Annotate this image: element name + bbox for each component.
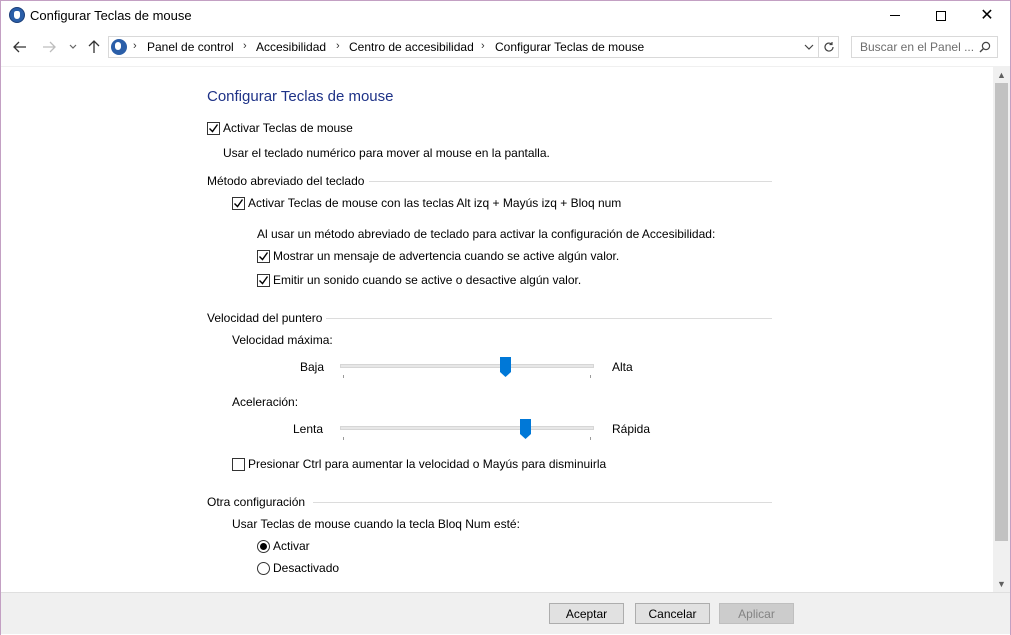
back-button[interactable] [11,38,29,56]
slider-thumb[interactable] [500,357,511,377]
close-icon: ✕ [980,6,994,24]
numlock-on-radio[interactable] [257,540,270,553]
group-divider [326,318,772,319]
search-placeholder: Buscar en el Panel ... [860,40,975,54]
scroll-down-button[interactable]: ▼ [993,576,1010,592]
breadcrumb-separator-icon: › [133,40,137,52]
breadcrumb-current[interactable]: Configurar Teclas de mouse [495,40,644,54]
numlock-on-label[interactable]: Activar [273,539,310,553]
shortcut-intro-text: Al usar un método abreviado de teclado p… [257,227,716,241]
enable-mouse-keys-label[interactable]: Activar Teclas de mouse [223,121,353,135]
ctrl-shift-label[interactable]: Presionar Ctrl para aumentar la velocida… [248,457,606,471]
scrollbar-thumb[interactable] [995,83,1008,541]
recent-locations-button[interactable] [64,38,82,56]
window-title: Configurar Teclas de mouse [30,8,192,23]
acceleration-slider[interactable] [340,419,594,443]
caret-down-icon: ▼ [997,579,1006,589]
cancel-button[interactable]: Cancelar [635,603,710,624]
show-warning-label[interactable]: Mostrar un mensaje de advertencia cuando… [273,249,619,263]
minimize-icon [890,15,900,16]
chevron-down-icon [69,44,77,49]
window-frame-left [0,0,1,635]
scroll-up-button[interactable]: ▲ [993,67,1010,83]
apply-button[interactable]: Aplicar [719,603,794,624]
shortcut-group-heading: Método abreviado del teclado [207,174,365,188]
enable-shortcut-checkbox[interactable] [232,197,245,210]
close-button[interactable]: ✕ [964,0,1010,31]
search-icon [979,41,991,53]
radio-selected-dot [260,543,267,550]
arrow-right-icon [43,41,56,53]
dialog-footer [1,592,1010,634]
acceleration-max-label: Rápida [612,422,651,436]
address-dropdown-button[interactable] [800,38,818,56]
max-speed-min-label: Baja [300,360,325,374]
numlock-off-label[interactable]: Desactivado [273,561,339,575]
max-speed-max-label: Alta [612,360,633,374]
refresh-button[interactable] [820,38,838,56]
other-group-heading: Otra configuración [207,495,306,509]
show-warning-checkbox[interactable] [257,250,270,263]
numlock-label: Usar Teclas de mouse cuando la tecla Blo… [232,517,520,531]
address-divider [818,36,819,58]
refresh-icon [824,42,834,52]
ease-of-access-icon [9,7,25,23]
mouse-keys-description: Usar el teclado numérico para mover al m… [223,146,550,160]
play-sound-checkbox[interactable] [257,274,270,287]
maximize-icon [936,10,946,21]
control-panel-icon [111,39,127,55]
slider-tick [590,437,591,440]
group-divider [313,502,772,503]
breadcrumb-control-panel[interactable]: Panel de control [147,40,234,54]
page-title: Configurar Teclas de mouse [207,88,394,105]
up-button[interactable] [85,38,103,56]
slider-track [340,364,594,368]
arrow-left-icon [13,41,26,53]
max-speed-label: Velocidad máxima: [232,333,333,347]
play-sound-label[interactable]: Emitir un sonido cuando se active o desa… [273,273,581,287]
arrow-up-icon [88,40,100,53]
breadcrumb-separator-icon: › [481,40,485,52]
numlock-off-radio[interactable] [257,562,270,575]
max-speed-slider[interactable] [340,357,594,381]
slider-thumb[interactable] [520,419,531,439]
breadcrumb-separator-icon: › [243,40,247,52]
acceleration-label: Aceleración: [232,395,299,409]
chevron-down-icon [804,44,814,50]
search-button[interactable] [976,38,994,56]
minimize-button[interactable] [872,0,918,31]
enable-mouse-keys-checkbox[interactable] [207,122,220,135]
toolbar-separator [1,66,1010,67]
forward-button[interactable] [40,38,58,56]
enable-shortcut-label[interactable]: Activar Teclas de mouse con las teclas A… [248,196,621,210]
ok-button[interactable]: Aceptar [549,603,624,624]
window-frame-top [0,0,1011,1]
checkmark-icon [259,276,269,285]
checkmark-icon [259,252,269,261]
checkmark-icon [209,124,219,133]
breadcrumb-accessibility[interactable]: Accesibilidad [256,40,326,54]
maximize-button[interactable] [918,0,964,31]
slider-tick [343,375,344,378]
breadcrumb-ease-of-access-center[interactable]: Centro de accesibilidad [349,40,474,54]
group-divider [369,181,772,182]
checkmark-icon [234,199,244,208]
slider-tick [590,375,591,378]
speed-group-heading: Velocidad del puntero [207,311,323,325]
acceleration-min-label: Lenta [293,422,324,436]
caret-up-icon: ▲ [997,70,1006,80]
slider-track [340,426,594,430]
ctrl-shift-checkbox[interactable] [232,458,245,471]
slider-tick [343,437,344,440]
breadcrumb-separator-icon: › [336,40,340,52]
